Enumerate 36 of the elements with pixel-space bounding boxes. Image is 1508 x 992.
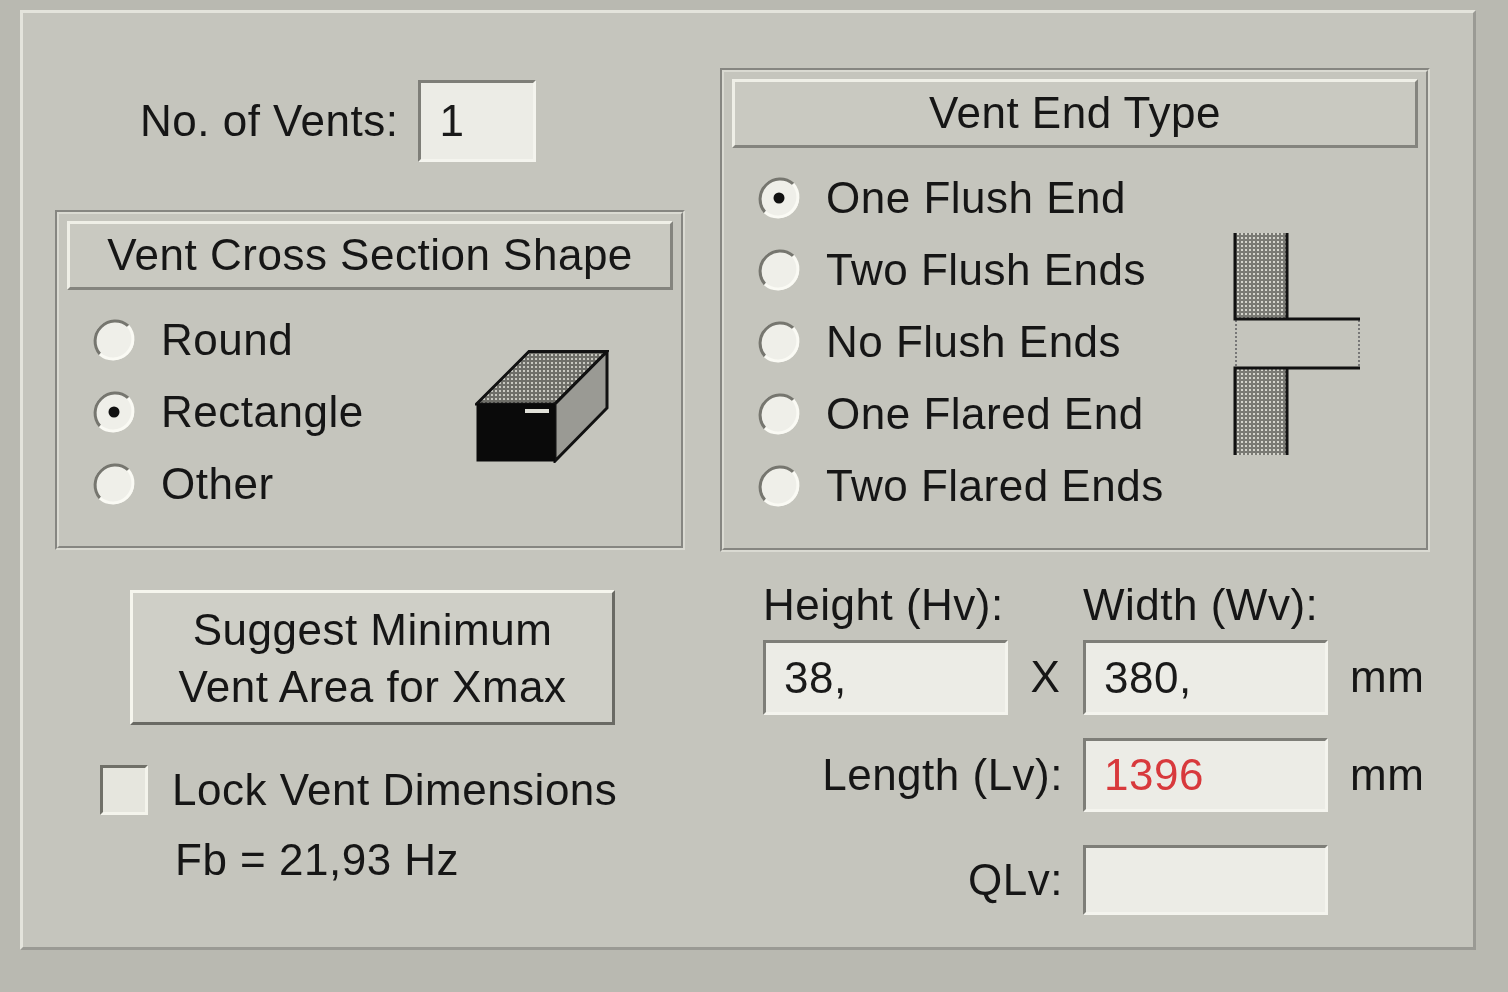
text-field[interactable]: 38, — [763, 640, 1008, 715]
field-label: QLv: — [968, 854, 1064, 906]
option-label[interactable]: Round — [161, 314, 294, 366]
checkbox[interactable] — [100, 765, 148, 815]
field-label: Length (Lv): — [822, 749, 1064, 801]
radio-button[interactable] — [92, 318, 136, 362]
separator-text: X — [1030, 652, 1061, 703]
text-field[interactable]: 1396 — [1083, 738, 1328, 812]
rectangular-block-icon — [475, 350, 609, 463]
radio-button[interactable] — [757, 464, 801, 508]
field-label: Width (Wv): — [1083, 580, 1320, 631]
checkbox-label[interactable]: Lock Vent Dimensions — [172, 764, 618, 816]
unit-label: mm — [1349, 749, 1426, 801]
field-label: Height (Hv): — [763, 580, 1005, 631]
radio-button[interactable] — [757, 176, 801, 220]
group-title: Vent End Type — [732, 79, 1418, 148]
option-label[interactable]: Rectangle — [161, 386, 364, 438]
radio-button[interactable] — [757, 248, 801, 292]
option-label[interactable]: One Flush End — [826, 172, 1126, 224]
option-label[interactable]: No Flush Ends — [826, 316, 1122, 368]
radio-button[interactable] — [757, 320, 801, 364]
field-label: No. of Vents: — [140, 95, 399, 147]
text-field[interactable]: 1 — [418, 80, 537, 162]
option-label[interactable]: Two Flared Ends — [826, 460, 1164, 512]
unit-label: mm — [1349, 652, 1426, 703]
suggest-button[interactable]: Suggest Minimum Vent Area for Xmax — [130, 590, 615, 725]
text-field[interactable] — [1083, 845, 1328, 915]
radio-button[interactable] — [757, 392, 801, 436]
option-label[interactable]: Other — [161, 458, 274, 510]
frequency-readout: Fb = 21,93 Hz — [175, 835, 460, 885]
radio-button[interactable] — [92, 390, 136, 434]
option-label[interactable]: One Flared End — [826, 388, 1144, 440]
group-title: Vent Cross Section Shape — [67, 221, 673, 290]
text-field[interactable]: 380, — [1083, 640, 1328, 715]
radio-button[interactable] — [92, 462, 136, 506]
option-label[interactable]: Two Flush Ends — [826, 244, 1147, 296]
